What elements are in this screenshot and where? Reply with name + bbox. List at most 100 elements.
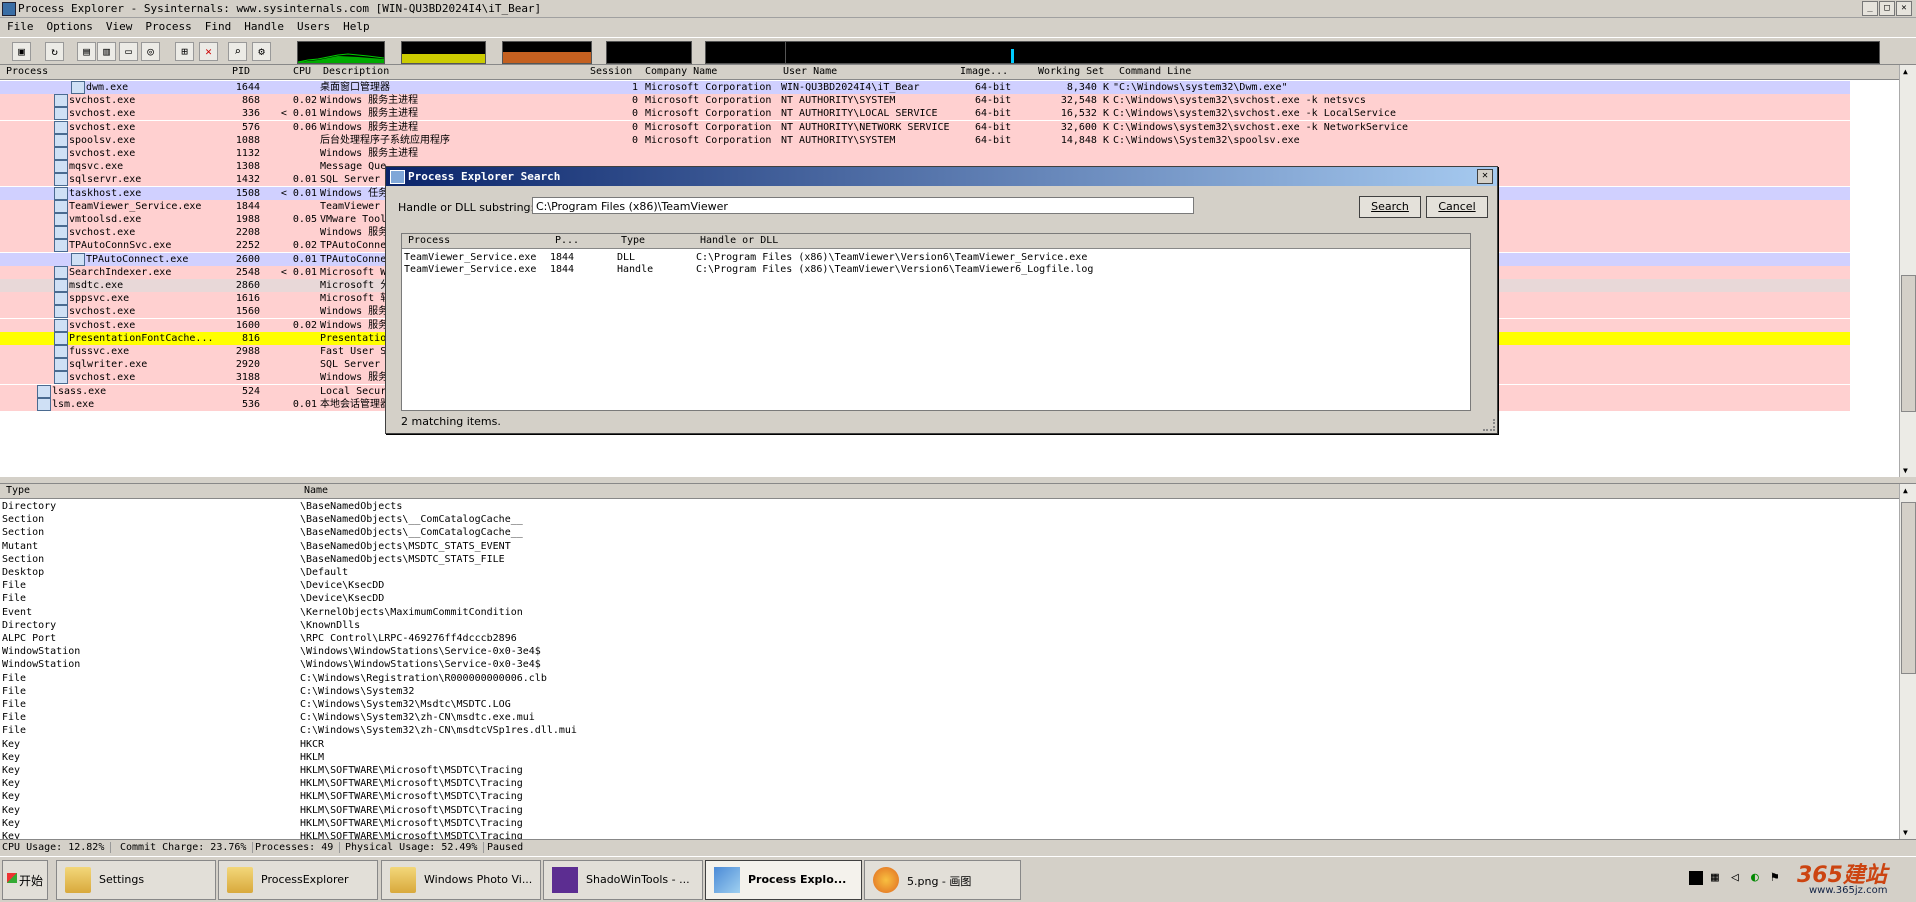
close-button[interactable]: ✕ — [1896, 1, 1912, 16]
handle-row[interactable]: Key HKLM\SOFTWARE\Microsoft\MSDTC\Tracing — [0, 777, 1880, 790]
flag-icon[interactable]: ⚑ — [1771, 870, 1779, 885]
process-scrollbar[interactable]: ▲ ▼ — [1899, 65, 1916, 477]
process-row[interactable]: svchost.exe 868 0.02 Windows 服务主进程 0 Microsof… — [0, 94, 1850, 108]
dialog-title-bar[interactable]: Process Explorer Search ✕ — [386, 167, 1497, 186]
column-company[interactable]: Company Name — [645, 66, 717, 77]
volume-icon[interactable]: ◁ — [1731, 870, 1739, 885]
shield-icon[interactable]: ◐ — [1751, 870, 1759, 885]
start-button[interactable]: 开始 — [2, 860, 48, 900]
handle-row[interactable]: Section \BaseNamedObjects\MSDTC_STATS_FIL… — [0, 553, 1880, 566]
menu-process[interactable]: Process — [138, 18, 197, 33]
scroll-up-icon[interactable]: ▲ — [1903, 486, 1908, 495]
menu-handle[interactable]: Handle — [237, 18, 290, 33]
handle-row[interactable]: File \Device\KsecDD — [0, 592, 1880, 605]
save-icon[interactable]: ▣ — [12, 42, 31, 61]
handle-row[interactable]: File \Device\KsecDD — [0, 579, 1880, 592]
handle-list[interactable]: Type Name Directory \BaseNamedObjects Sect… — [0, 483, 1916, 842]
taskbar-button[interactable]: ShadoWinTools - ... — [543, 860, 703, 900]
process-scroll-thumb[interactable] — [1901, 275, 1916, 412]
handle-row[interactable]: Event \KernelObjects\MaximumCommitConditi… — [0, 606, 1880, 619]
gpu-graph[interactable] — [785, 41, 1880, 64]
column-name[interactable]: Name — [304, 485, 328, 496]
handle-row[interactable]: ALPC Port \RPC Control\LRPC-469276ff4dccc… — [0, 632, 1880, 645]
handle-row[interactable]: File C:\Windows\Registration\R00000000000… — [0, 672, 1880, 685]
column-user[interactable]: User Name — [783, 66, 837, 77]
handle-row[interactable]: File C:\Windows\System32\zh-CN\msdtcVSp1r… — [0, 724, 1880, 737]
column-image[interactable]: Image... — [960, 66, 1008, 77]
taskbar-button[interactable]: 5.png - 画图 — [864, 860, 1021, 900]
handle-row[interactable]: File C:\Windows\System32\zh-CN\msdtc.exe.… — [0, 711, 1880, 724]
handle-row[interactable]: Desktop \Default — [0, 566, 1880, 579]
process-row[interactable]: svchost.exe 576 0.06 Windows 服务主进程 0 Microsof… — [0, 120, 1850, 134]
column-process[interactable]: Process — [6, 66, 48, 77]
menu-view[interactable]: View — [99, 18, 139, 33]
menu-file[interactable]: File — [0, 18, 40, 33]
process-row[interactable]: svchost.exe 336 < 0.01 Windows 服务主进程 0 Micros… — [0, 107, 1850, 121]
search-button[interactable]: Search — [1359, 196, 1421, 218]
taskbar-button[interactable]: Settings — [56, 860, 216, 900]
process-row[interactable]: svchost.exe 1132 Windows 服务主进程 — [0, 147, 1850, 160]
network-graph[interactable] — [705, 41, 787, 64]
menu-users[interactable]: Users — [290, 18, 336, 33]
physical-graph[interactable] — [502, 41, 592, 64]
results-column-process[interactable]: Process — [408, 235, 450, 246]
handle-row[interactable]: Key HKLM — [0, 751, 1880, 764]
handle-row[interactable]: Section \BaseNamedObjects\__ComCatalogCac… — [0, 526, 1880, 539]
column-description[interactable]: Description — [323, 66, 389, 77]
dll-icon[interactable]: ⚙ — [252, 42, 271, 61]
column-command-line[interactable]: Command Line — [1119, 66, 1191, 77]
process-row[interactable]: spoolsv.exe 1088 后台处理程序子系统应用程序 0 Microsoft C… — [0, 133, 1850, 147]
scroll-down-icon[interactable]: ▼ — [1903, 466, 1908, 475]
column-session[interactable]: Session — [590, 66, 632, 77]
search-input[interactable]: C:\Program Files (x86)\TeamViewer — [532, 197, 1194, 214]
handle-row[interactable]: Directory \BaseNamedObjects — [0, 500, 1880, 513]
cancel-button[interactable]: Cancel — [1426, 196, 1488, 218]
handle-row[interactable]: Key HKCR — [0, 738, 1880, 751]
taskbar-button[interactable]: Process Explo... — [705, 860, 862, 900]
menu-options[interactable]: Options — [40, 18, 99, 33]
results-column-type[interactable]: Type — [621, 235, 645, 246]
console-icon[interactable] — [1689, 871, 1703, 885]
handle-row[interactable]: File C:\Windows\System32\Msdtc\MSDTC.LOG — [0, 698, 1880, 711]
column-type[interactable]: Type — [6, 485, 30, 496]
menu-help[interactable]: Help — [336, 18, 376, 33]
handle-row[interactable]: Directory \KnownDlls — [0, 619, 1880, 632]
io-graph[interactable] — [606, 41, 692, 64]
refresh-icon[interactable]: ↻ — [45, 42, 64, 61]
handle-row[interactable]: Mutant \BaseNamedObjects\MSDTC_STATS_EVEN… — [0, 540, 1880, 553]
results-column-pid[interactable]: P... — [555, 235, 579, 246]
tree-icon[interactable]: ⊞ — [175, 42, 194, 61]
find-icon[interactable]: ⌕ — [228, 42, 247, 61]
resize-grip-icon[interactable] — [1483, 419, 1495, 431]
kill-icon[interactable]: ✕ — [199, 42, 218, 61]
handle-row[interactable]: Key HKLM\SOFTWARE\Microsoft\MSDTC\Tracing — [0, 804, 1880, 817]
window-icon[interactable]: ▭ — [119, 42, 138, 61]
handle-row[interactable]: Section \BaseNamedObjects\__ComCatalogCac… — [0, 513, 1880, 526]
handle-row[interactable]: WindowStation \Windows\WindowStations\Ser… — [0, 645, 1880, 658]
dialog-close-button[interactable]: ✕ — [1477, 169, 1493, 184]
scroll-down-icon[interactable]: ▼ — [1903, 828, 1908, 837]
system-info-icon[interactable]: ▤ — [77, 42, 96, 61]
menu-find[interactable]: Find — [198, 18, 238, 33]
cpu-graph[interactable] — [297, 41, 385, 64]
handle-scrollbar[interactable]: ▲ ▼ — [1899, 484, 1916, 839]
taskbar-button[interactable]: Windows Photo Vi... — [381, 860, 541, 900]
handle-row[interactable]: WindowStation \Windows\WindowStations\Ser… — [0, 658, 1880, 671]
maximize-button[interactable]: □ — [1879, 1, 1895, 16]
network-icon[interactable]: ▦ — [1711, 870, 1719, 885]
handle-row[interactable]: Key HKLM\SOFTWARE\Microsoft\MSDTC\Tracing — [0, 817, 1880, 830]
results-column-handle[interactable]: Handle or DLL — [700, 235, 778, 246]
handle-row[interactable]: Key HKLM\SOFTWARE\Microsoft\MSDTC\Tracing — [0, 790, 1880, 803]
column-cpu[interactable]: CPU — [293, 66, 311, 77]
column-pid[interactable]: PID — [232, 66, 250, 77]
target-icon[interactable]: ◎ — [141, 42, 160, 61]
search-result-row[interactable]: TeamViewer_Service.exe 1844 Handle C:\Progr… — [402, 263, 1470, 276]
commit-graph[interactable] — [401, 41, 486, 64]
handle-scroll-thumb[interactable] — [1901, 502, 1916, 674]
handle-row[interactable]: Key HKLM\SOFTWARE\Microsoft\MSDTC\Tracing — [0, 764, 1880, 777]
search-results-list[interactable]: Process P... Type Handle or DLL TeamView… — [401, 233, 1471, 411]
column-working-set[interactable]: Working Set — [1038, 66, 1104, 77]
minimize-button[interactable]: _ — [1862, 1, 1878, 16]
taskbar-button[interactable]: ProcessExplorer — [218, 860, 378, 900]
process-row[interactable]: dwm.exe 1644 桌面窗口管理器 1 Microsoft Corporation… — [0, 81, 1850, 94]
